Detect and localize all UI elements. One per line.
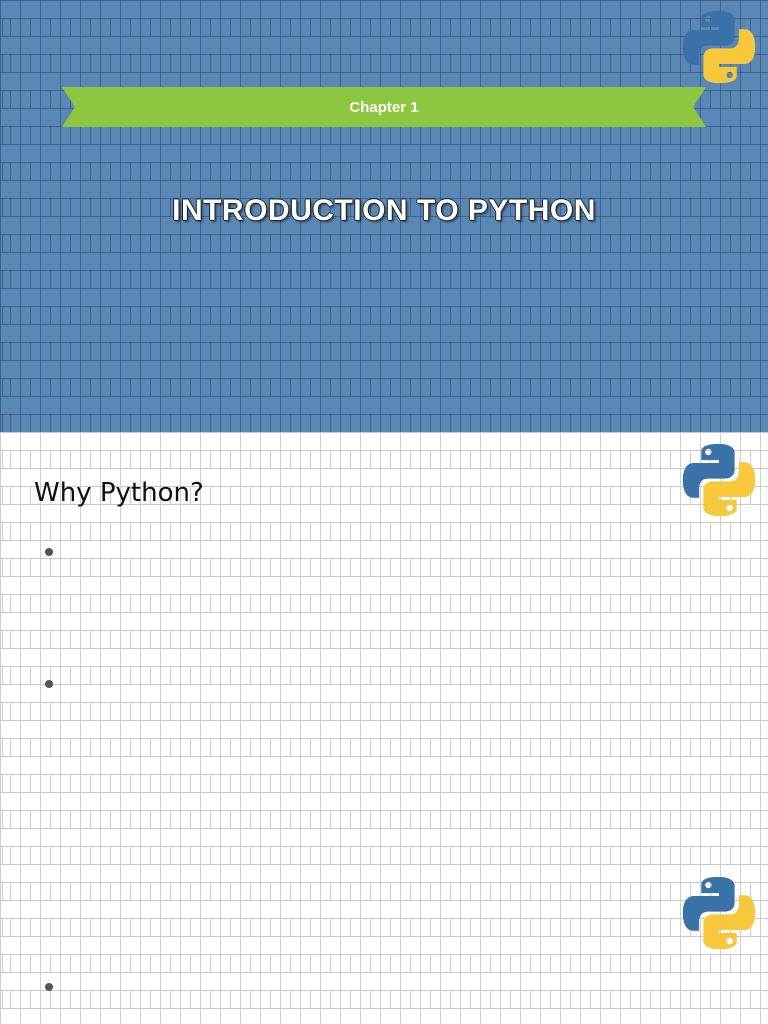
python-logo-icon — [682, 876, 756, 950]
python-logo-icon — [682, 443, 756, 517]
bullet-point — [45, 680, 53, 688]
bullet-point — [45, 983, 53, 991]
content-panel — [0, 432, 768, 1024]
chapter-label: Chapter 1 — [349, 98, 419, 116]
section-heading: Why Python? — [34, 478, 204, 508]
page-title: INTRODUCTION TO PYTHON — [172, 194, 596, 227]
python-logo-icon — [682, 10, 756, 84]
chapter-ribbon: Chapter 1 — [62, 87, 706, 127]
bullet-point — [45, 548, 53, 556]
